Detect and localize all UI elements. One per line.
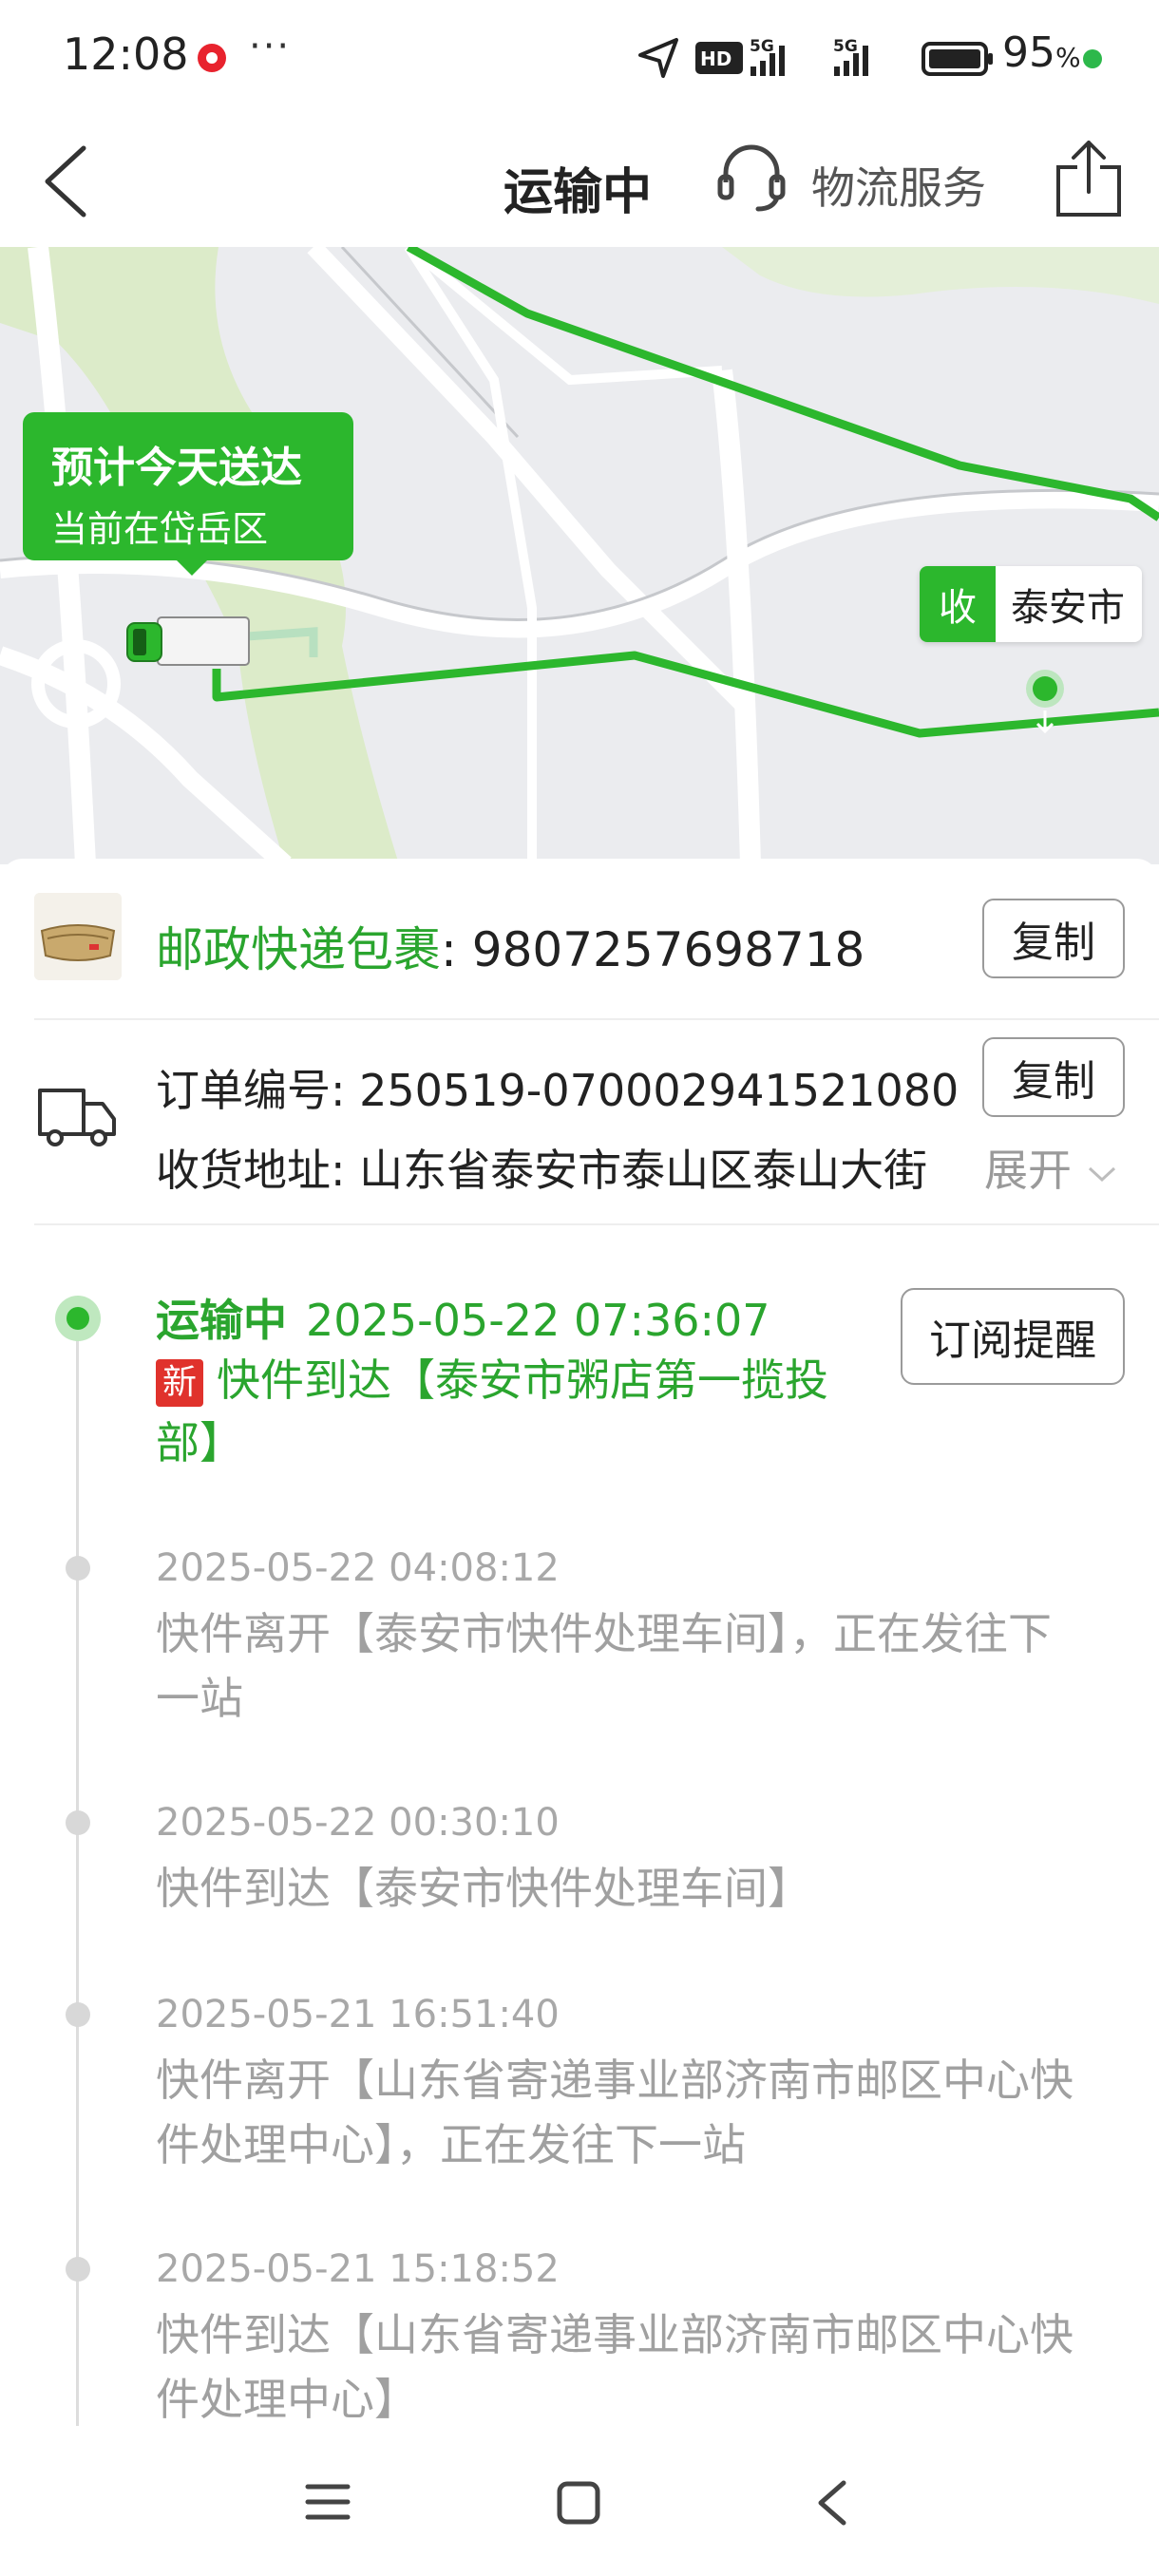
share-icon[interactable] [1051,133,1127,224]
event-time: 2025-05-21 16:51:40 [156,1993,560,2036]
current-status: 运输中 2025-05-22 07:36:07 [156,1286,770,1349]
copy-tracking-button[interactable]: 复制 [982,899,1125,978]
expand-address-button[interactable]: 展开 [984,1136,1118,1199]
product-thumbnail[interactable] [34,893,122,980]
truck-marker-icon [126,616,250,666]
new-badge: 新 [156,1359,203,1407]
eta-title: 预计今天送达 [51,444,302,492]
page-title: 运输中 [504,164,653,221]
system-status-icons: HD 5G 5G [638,37,993,78]
charging-indicator [1083,49,1102,68]
headset-icon[interactable] [714,139,788,215]
destination-city: 泰安市 [1011,586,1125,630]
receive-badge: 收 [920,566,996,642]
event-desc: 快件到达【山东省寄递事业部济南市邮区中心快件处理中心】 [156,2309,1074,2425]
current-status-label: 运输中 [156,1295,287,1346]
eta-callout: 预计今天送达 当前在岱岳区 [23,412,353,576]
package-line: 邮政快递包裹: 9807257698718 [156,922,865,977]
truck-icon [38,1089,116,1146]
home-icon[interactable] [555,2479,602,2527]
current-location: 当前在岱岳区 [51,508,269,550]
screen-record-icon [198,44,226,72]
menu-icon[interactable] [304,2481,352,2523]
event-desc: 快件离开【泰安市快件处理车间】，正在发往下一站 [156,1608,1052,1724]
current-status-desc: 新快件到达【泰安市粥店第一揽投部】 [156,1354,828,1468]
timeline-dot [66,2002,90,2027]
copy-order-button[interactable]: 复制 [982,1037,1125,1117]
top-nav-bar: 运输中 物流服务 [0,112,1159,249]
event-desc: 快件离开【山东省寄递事业部济南市邮区中心快件处理中心】，正在发往下一站 [156,2055,1074,2170]
back-arrow-icon[interactable] [34,139,101,224]
tracking-number: 9807257698718 [471,922,865,977]
timeline-dot [66,1810,90,1835]
timeline-dot [66,1556,90,1581]
timeline-current-dot [55,1296,101,1341]
timeline-dot [66,2257,90,2282]
status-time: 12:08 [63,28,189,80]
battery-level: 95% [1002,28,1081,77]
route-map[interactable]: 预计今天送达 当前在岱岳区 收 泰安市 [0,247,1159,864]
svg-text:HD: HD [700,47,732,70]
system-nav-bar [0,2426,1159,2576]
shipping-address: 山东省泰安市泰山区泰山大街 [359,1145,928,1196]
more-notifications-icon: ··· [249,25,292,68]
nav-back-icon[interactable] [813,2477,851,2529]
event-time: 2025-05-21 15:18:52 [156,2247,560,2291]
subscribe-reminder-button[interactable]: 订阅提醒 [901,1288,1125,1385]
address-line: 收货地址: 山东省泰安市泰山区泰山大街 [156,1145,928,1196]
logistics-service-link[interactable]: 物流服务 [811,154,986,217]
order-number-line: 订单编号: 250519-070002941521080 [156,1065,960,1116]
status-bar: 12:08 ··· HD 5G 5G 95% [0,0,1159,112]
event-time: 2025-05-22 00:30:10 [156,1801,560,1845]
divider [34,1018,1159,1020]
event-time: 2025-05-22 04:08:12 [156,1546,560,1590]
chevron-down-icon [1088,1166,1115,1182]
current-status-time: 2025-05-22 07:36:07 [306,1295,770,1346]
event-desc: 快件到达【泰安市快件处理车间】 [156,1863,811,1914]
destination-tag: 收 泰安市 [920,566,1142,642]
divider [34,1223,1159,1225]
order-number: 250519-070002941521080 [359,1065,960,1116]
carrier-name: 邮政快递包裹 [156,922,441,977]
